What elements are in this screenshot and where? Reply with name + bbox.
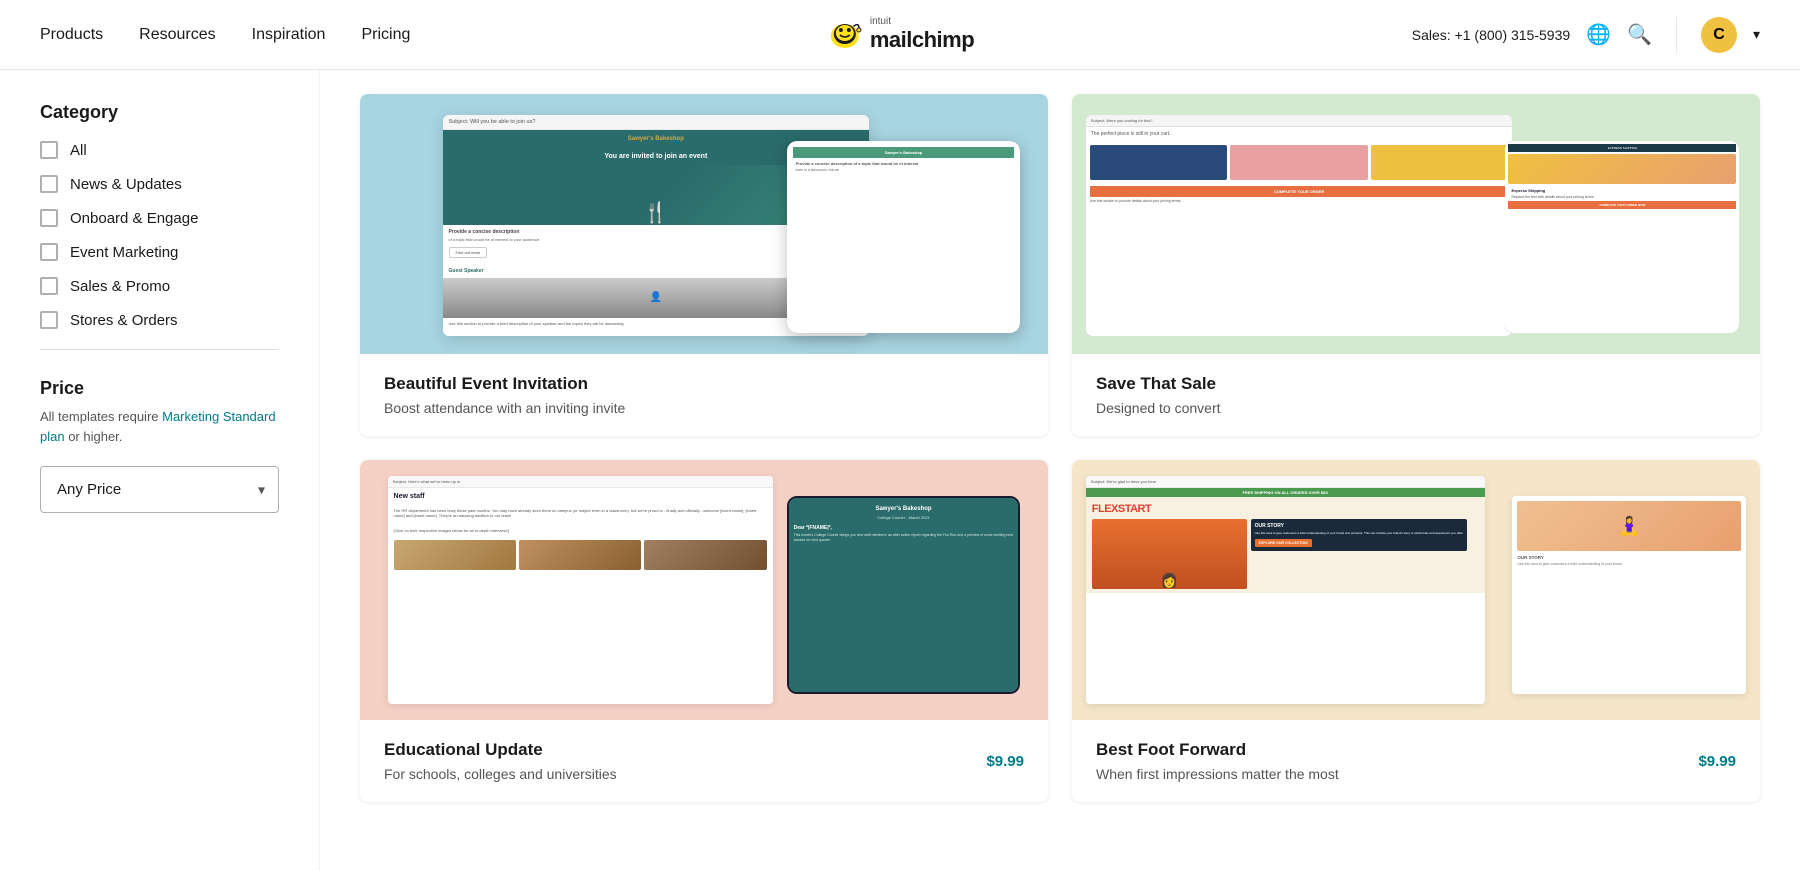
flex-panel-mockup: 🧘‍♀️ OUR STORY Use this area to give cus… (1512, 496, 1746, 694)
nav-inspiration[interactable]: Inspiration (252, 26, 326, 44)
phone-mockup-event: Sawyer's Bakeshop Provide a concise desc… (787, 141, 1021, 333)
filter-onboard[interactable]: Onboard & Engage (40, 209, 279, 227)
checkbox-news[interactable] (40, 175, 58, 193)
card-info-edu: Educational Update For schools, colleges… (360, 720, 1048, 802)
mobile-mockup-sale: EXPRESS SHIPPING Express Shipping Replac… (1505, 141, 1739, 333)
price-section: Price All templates require Marketing St… (40, 378, 279, 513)
filter-all-label: All (70, 142, 87, 159)
price-dropdown-wrap: Any Price Free Paid ▾ (40, 466, 279, 513)
filter-divider (40, 349, 279, 350)
user-dropdown[interactable]: ▾ (1753, 26, 1760, 43)
card-beautiful-event-invitation[interactable]: Subject: Will you be able to join us? Sa… (360, 94, 1048, 436)
user-avatar[interactable]: C (1701, 17, 1737, 53)
card-title-flex: Best Foot Forward (1096, 740, 1339, 760)
logo-intuit: intuit (870, 16, 974, 27)
card-info-flex: Best Foot Forward When first impressions… (1072, 720, 1760, 802)
card-educational-update[interactable]: Subject: Here's what we've been up to Ne… (360, 460, 1048, 802)
price-note: All templates require Marketing Standard… (40, 407, 279, 446)
filter-stores[interactable]: Stores & Orders (40, 311, 279, 329)
card-title-edu: Educational Update (384, 740, 617, 760)
filter-event-label: Event Marketing (70, 244, 178, 261)
card-thumbnail-save-that-sale: Subject: Were you looking for this? The … (1072, 94, 1760, 354)
category-filter-group: All News & Updates Onboard & Engage Even… (40, 141, 279, 329)
main-layout: Category All News & Updates Onboard & En… (0, 70, 1800, 871)
sales-phone: Sales: +1 (800) 315-5939 (1412, 27, 1570, 43)
card-info-sale: Save That Sale Designed to convert (1072, 354, 1760, 436)
card-info-event: Beautiful Event Invitation Boost attenda… (360, 354, 1048, 436)
filter-all[interactable]: All (40, 141, 279, 159)
nav-separator (1676, 17, 1677, 53)
price-note-prefix: All templates require (40, 409, 162, 424)
edu-email-mockup: Subject: Here's what we've been up to Ne… (388, 476, 773, 705)
mailchimp-logo-icon (826, 16, 864, 54)
card-best-foot-forward[interactable]: Subject: We're glad to have you here FRE… (1072, 460, 1760, 802)
filter-news[interactable]: News & Updates (40, 175, 279, 193)
edu-phone-mockup: Sawyer's Bakeshop College Courier - Marc… (787, 496, 1021, 694)
filter-onboard-label: Onboard & Engage (70, 210, 198, 227)
card-save-that-sale[interactable]: Subject: Were you looking for this? The … (1072, 94, 1760, 436)
card-price-edu: $9.99 (986, 753, 1024, 770)
filter-news-label: News & Updates (70, 176, 182, 193)
price-title: Price (40, 378, 279, 399)
filter-event[interactable]: Event Marketing (40, 243, 279, 261)
globe-icon[interactable]: 🌐 (1586, 22, 1611, 47)
filter-sales[interactable]: Sales & Promo (40, 277, 279, 295)
card-thumbnail-best-foot-forward: Subject: We're glad to have you here FRE… (1072, 460, 1760, 720)
dropdown-arrow-icon: ▾ (1753, 26, 1760, 43)
checkbox-onboard[interactable] (40, 209, 58, 227)
filter-stores-label: Stores & Orders (70, 312, 178, 329)
checkbox-sales[interactable] (40, 277, 58, 295)
nav-pricing[interactable]: Pricing (361, 26, 410, 44)
cards-grid: Subject: Will you be able to join us? Sa… (360, 94, 1760, 802)
card-desc-edu: For schools, colleges and universities (384, 766, 617, 782)
price-dropdown[interactable]: Any Price Free Paid (40, 466, 279, 513)
card-thumbnail-beautiful-event-invitation: Subject: Will you be able to join us? Sa… (360, 94, 1048, 354)
category-title: Category (40, 102, 279, 123)
checkbox-stores[interactable] (40, 311, 58, 329)
nav-right: Sales: +1 (800) 315-5939 🌐 🔍 C ▾ (1412, 17, 1760, 53)
card-title-sale: Save That Sale (1096, 374, 1221, 394)
logo-area: intuit mailchimp (826, 16, 974, 54)
desktop-mockup-sale: Subject: Were you looking for this? The … (1086, 115, 1513, 336)
sidebar: Category All News & Updates Onboard & En… (0, 70, 320, 871)
checkbox-all[interactable] (40, 141, 58, 159)
nav-products[interactable]: Products (40, 26, 103, 44)
logo-text-wrap: intuit mailchimp (870, 16, 974, 53)
card-price-flex: $9.99 (1698, 753, 1736, 770)
card-desc-sale: Designed to convert (1096, 400, 1221, 416)
card-desc-event: Boost attendance with an inviting invite (384, 400, 625, 416)
nav-left: Products Resources Inspiration Pricing (40, 26, 410, 44)
card-thumbnail-educational-update: Subject: Here's what we've been up to Ne… (360, 460, 1048, 720)
logo-mailchimp: mailchimp (870, 27, 974, 53)
flex-email-mockup: Subject: We're glad to have you here FRE… (1086, 476, 1485, 705)
card-title-event: Beautiful Event Invitation (384, 374, 625, 394)
card-desc-flex: When first impressions matter the most (1096, 766, 1339, 782)
checkbox-event[interactable] (40, 243, 58, 261)
templates-content: Subject: Will you be able to join us? Sa… (320, 70, 1800, 871)
price-note-suffix: or higher. (65, 429, 123, 444)
navigation: Products Resources Inspiration Pricing i… (0, 0, 1800, 70)
nav-resources[interactable]: Resources (139, 26, 215, 44)
search-icon[interactable]: 🔍 (1627, 22, 1652, 47)
filter-sales-label: Sales & Promo (70, 278, 170, 295)
